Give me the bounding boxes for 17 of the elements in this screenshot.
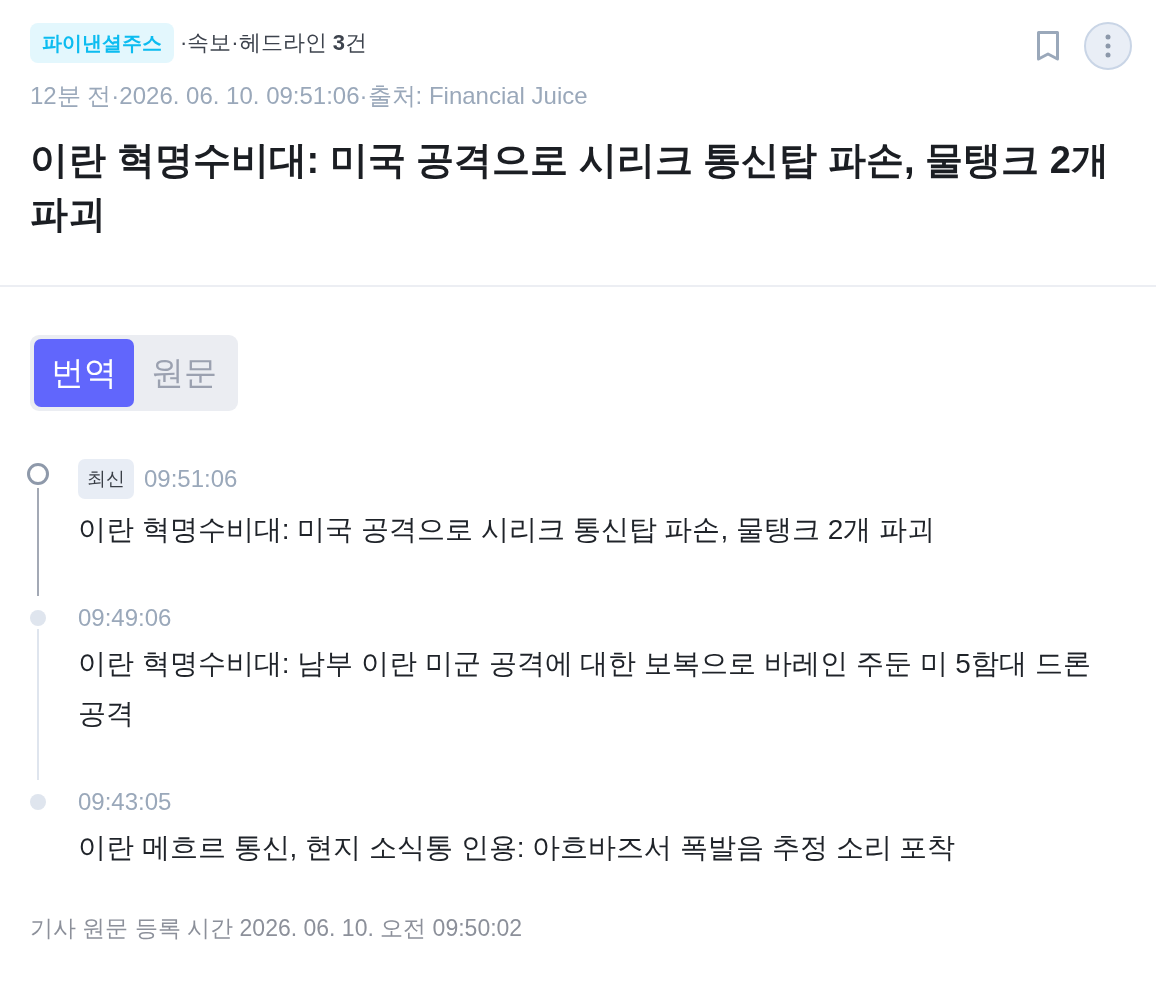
- latest-tag: 최신: [78, 459, 134, 499]
- view-tab[interactable]: 번역: [34, 339, 134, 407]
- headline-meta: ·속보·헤드라인 3건: [180, 29, 367, 57]
- update-text: 이란 메흐르 통신, 현지 소식통 인용: 아흐바즈서 폭발음 추정 소리 포착: [78, 831, 957, 865]
- update-text: 이란 혁명수비대: 미국 공격으로 시리크 통신탑 파손, 물탱크 2개 파괴: [78, 513, 937, 547]
- article-info: 12분 전·2026. 06. 10. 09:51:06·출처: Financial Juice: [30, 81, 589, 111]
- article-title: 이란 혁명수비대: 미국 공격으로 시리크 통신탑 파손, 물탱크 2개 파괴: [30, 138, 1110, 237]
- more-button[interactable]: [1084, 22, 1132, 70]
- more-icon: [1105, 34, 1111, 58]
- source-tag: 파이낸셜주스: [30, 23, 174, 63]
- update-time: 09:49:06: [78, 603, 172, 633]
- original-registration-time: 기사 원문 등록 시간 2026. 06. 10. 오전 09:50:02: [30, 914, 524, 943]
- update-text: 이란 혁명수비대: 남부 이란 미군 공격에 대한 보복으로 바레인 주둔 미 5함대 드론 공격: [78, 647, 1092, 731]
- view-tab[interactable]: 원문: [134, 339, 234, 407]
- bookmark-icon[interactable]: [1036, 30, 1060, 62]
- update-time: 09:51:06: [144, 464, 238, 494]
- update-time: 09:43:05: [78, 787, 172, 817]
